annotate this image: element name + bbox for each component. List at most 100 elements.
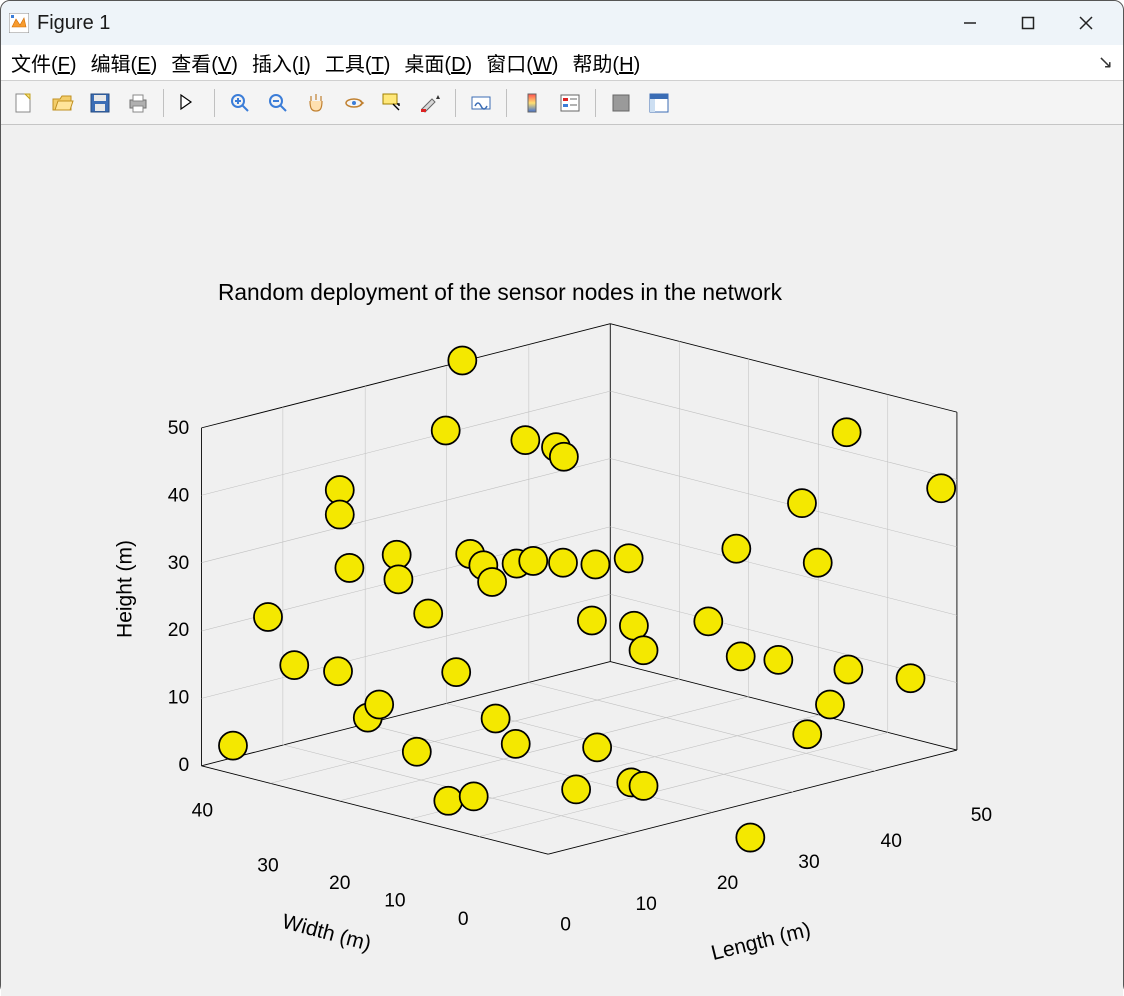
- toolbar-separator: [214, 89, 215, 117]
- sensor-node: [403, 738, 431, 766]
- sensor-node: [432, 417, 460, 445]
- edit-plot-button[interactable]: [172, 86, 206, 120]
- menu-edit[interactable]: 编辑(E): [91, 48, 158, 77]
- sensor-node: [694, 607, 722, 635]
- sensor-node: [550, 443, 578, 471]
- scatter-series: [219, 346, 955, 851]
- chart-title: Random deployment of the sensor nodes in…: [218, 279, 783, 305]
- y-tick-labels: 0 10 20 30 40: [192, 801, 469, 931]
- window-controls: [941, 3, 1115, 43]
- x-tick-labels: 0 10 20 30 40 50: [560, 805, 992, 935]
- toolbar-separator: [506, 89, 507, 117]
- sensor-node: [442, 658, 470, 686]
- save-button[interactable]: [83, 86, 117, 120]
- sensor-node: [727, 642, 755, 670]
- sensor-node: [502, 730, 530, 758]
- z-tick-labels: 0 10 20 30 40 50: [168, 418, 189, 776]
- sensor-node: [788, 489, 816, 517]
- rotate-3d-button[interactable]: [337, 86, 371, 120]
- new-figure-button[interactable]: [7, 86, 41, 120]
- svg-text:10: 10: [168, 688, 189, 709]
- svg-text:50: 50: [971, 805, 992, 826]
- maximize-button[interactable]: [999, 3, 1057, 43]
- dock-arrow-icon[interactable]: ↘: [1098, 52, 1113, 73]
- menu-file[interactable]: 文件(F): [11, 48, 77, 77]
- zoom-in-button[interactable]: [223, 86, 257, 120]
- svg-text:40: 40: [168, 485, 189, 506]
- sensor-node: [448, 346, 476, 374]
- toolbar-separator: [163, 89, 164, 117]
- menu-window[interactable]: 窗口(W): [486, 48, 558, 77]
- sensor-node: [365, 690, 393, 718]
- menu-tools[interactable]: 工具(T): [325, 48, 391, 77]
- link-data-button[interactable]: [464, 86, 498, 120]
- zoom-out-button[interactable]: [261, 86, 295, 120]
- sensor-node: [722, 535, 750, 563]
- sensor-node: [583, 733, 611, 761]
- data-cursor-button[interactable]: [375, 86, 409, 120]
- sensor-node: [335, 554, 363, 582]
- svg-text:50: 50: [168, 418, 189, 439]
- menubar: 文件(F) 编辑(E) 查看(V) 插入(I) 工具(T) 桌面(D) 窗口(W…: [1, 45, 1123, 81]
- window-title: Figure 1: [37, 12, 941, 35]
- colorbar-button[interactable]: [515, 86, 549, 120]
- toolbar: [1, 81, 1123, 125]
- svg-text:40: 40: [881, 831, 902, 852]
- legend-button[interactable]: [553, 86, 587, 120]
- sensor-node: [615, 544, 643, 572]
- sensor-node: [562, 775, 590, 803]
- sensor-node: [630, 772, 658, 800]
- sensor-node: [736, 824, 764, 852]
- sensor-node: [793, 720, 821, 748]
- svg-text:10: 10: [635, 894, 656, 915]
- sensor-node: [804, 549, 832, 577]
- x-axis-label: Length (m): [709, 918, 813, 965]
- sensor-node: [414, 599, 442, 627]
- sensor-node: [460, 782, 488, 810]
- sensor-node: [834, 655, 862, 683]
- svg-text:0: 0: [458, 909, 469, 930]
- sensor-node: [581, 550, 609, 578]
- menu-desktop[interactable]: 桌面(D): [404, 48, 472, 77]
- sensor-node: [630, 636, 658, 664]
- brush-button[interactable]: [413, 86, 447, 120]
- show-plot-tools-button[interactable]: [642, 86, 676, 120]
- minimize-button[interactable]: [941, 3, 999, 43]
- menu-insert[interactable]: 插入(I): [252, 48, 311, 77]
- sensor-node: [478, 568, 506, 596]
- sensor-node: [434, 787, 462, 815]
- sensor-node: [324, 657, 352, 685]
- app-icon: [9, 13, 29, 33]
- print-button[interactable]: [121, 86, 155, 120]
- open-button[interactable]: [45, 86, 79, 120]
- sensor-node: [549, 549, 577, 577]
- y-axis-label: Width (m): [280, 910, 374, 956]
- menu-view[interactable]: 查看(V): [171, 48, 238, 77]
- hide-plot-tools-button[interactable]: [604, 86, 638, 120]
- sensor-node: [384, 565, 412, 593]
- sensor-node: [578, 606, 606, 634]
- z-axis-label: Height (m): [113, 540, 136, 638]
- svg-text:30: 30: [257, 856, 278, 877]
- menu-help[interactable]: 帮助(H): [572, 48, 640, 77]
- svg-text:0: 0: [178, 755, 189, 776]
- svg-text:20: 20: [717, 873, 738, 894]
- sensor-node: [833, 418, 861, 446]
- axes-3d[interactable]: Random deployment of the sensor nodes in…: [1, 125, 1124, 996]
- figure-area[interactable]: Random deployment of the sensor nodes in…: [1, 125, 1123, 996]
- svg-text:40: 40: [192, 801, 213, 822]
- sensor-node: [764, 646, 792, 674]
- sensor-node: [482, 704, 510, 732]
- svg-text:20: 20: [329, 873, 350, 894]
- sensor-node: [511, 426, 539, 454]
- sensor-node: [326, 501, 354, 529]
- sensor-node: [816, 690, 844, 718]
- toolbar-separator: [455, 89, 456, 117]
- svg-text:10: 10: [384, 891, 405, 912]
- svg-text:30: 30: [168, 553, 189, 574]
- pan-button[interactable]: [299, 86, 333, 120]
- grid-floor: [271, 679, 888, 837]
- svg-text:30: 30: [798, 852, 819, 873]
- sensor-node: [219, 732, 247, 760]
- close-button[interactable]: [1057, 3, 1115, 43]
